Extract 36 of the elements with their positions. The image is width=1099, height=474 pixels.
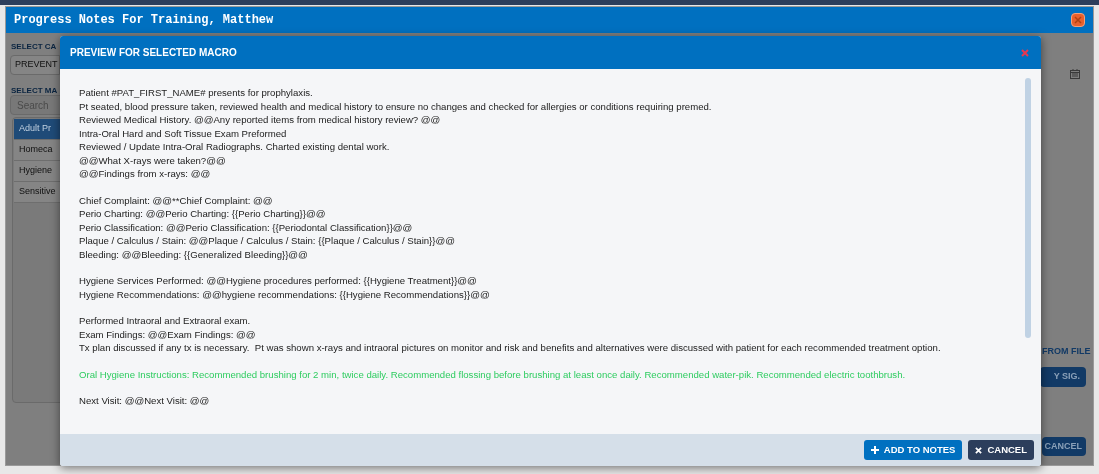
close-icon (975, 446, 983, 454)
scrollbar[interactable] (1025, 78, 1031, 338)
note-line: Performed Intraoral and Extraoral exam. (79, 314, 251, 328)
cancel-button[interactable]: CANCEL (968, 440, 1034, 460)
note-line: Hygiene Recommendations: @@hygiene recommendations: {{Hygiene Recommendations}}@@ (79, 287, 490, 301)
note-line: Intra-Oral Hard and Soft Tissue Exam Preformed (79, 126, 287, 140)
note-line: Patient #PAT_FIRST_NAME# presents for prophylaxis. (79, 86, 313, 100)
note-line: Chief Complaint: @@**Chief Complaint: @@ (79, 193, 273, 207)
cancel-button[interactable]: CANCEL (1042, 437, 1086, 456)
window-title: Progress Notes For Training, Matthew (14, 12, 274, 29)
plus-icon (870, 446, 879, 454)
note-line: Oral Hygiene Instructions: Recommended brushing for 2 min, twice daily. Recommended flossing before brushing at least once daily. Recommended water-pik. Recommended electric toothbrush. (79, 367, 906, 381)
note-line: Pt seated, blood pressure taken, reviewed health and medical history to ensure no changes and checked for allergies or conditions requiring premed. (79, 99, 712, 113)
note-line: Perio Charting: @@Perio Charting: {{Perio Charting}}@@ (79, 207, 326, 221)
calendar-icon (1070, 69, 1080, 79)
note-line: Perio Classification: @@Perio Classification: {{Periodontal Classification}}@@ (79, 220, 413, 234)
note-line: Plaque / Calculus / Stain: @@Plaque / Calculus / Stain: {{Plaque / Calculus / Stain}}@@ (79, 234, 455, 248)
note-line: Hygiene Services Performed: @@Hygiene procedures performed: {{Hygiene Treatment}}@@ (79, 274, 477, 288)
close-icon[interactable] (1021, 48, 1029, 57)
note-line: Exam Findings: @@Exam Findings: @@ (79, 327, 256, 341)
link-text[interactable]: FROM FILE (1042, 345, 1091, 359)
close-icon (1074, 16, 1082, 24)
note-line: Tx plan discussed if any tx is necessary. Pt was shown x-rays and intraoral pictures on monitor and risk and benefits and alternatives were discussed with patient for each recommended treatment option. (79, 341, 941, 355)
note-line: @@Findings from x-rays: @@ (79, 167, 211, 181)
note-line: Bleeding: @@Bleeding: {{Generalized Bleeding}}@@ (79, 247, 308, 261)
category-select[interactable]: PREVENT (10, 55, 60, 75)
signature-button[interactable]: Y SIG. (1040, 367, 1086, 387)
note-line: Reviewed / Update Intra-Oral Radiographs. Charted existing dental work. (79, 140, 390, 154)
modal-title: PREVIEW FOR SELECTED MACRO (70, 46, 237, 60)
field-label: SELECT CA (11, 41, 57, 53)
add-to-notes-button[interactable]: ADD TO NOTES (863, 440, 963, 460)
note-line: Reviewed Medical History. @@Any reported items from medical history review? @@ (79, 113, 441, 127)
note-line: Next Visit: @@Next Visit: @@ (79, 394, 210, 408)
close-button[interactable] (1071, 13, 1085, 27)
note-line: @@What X-rays were taken?@@ (79, 153, 226, 167)
field-label: SELECT MA (11, 85, 58, 97)
